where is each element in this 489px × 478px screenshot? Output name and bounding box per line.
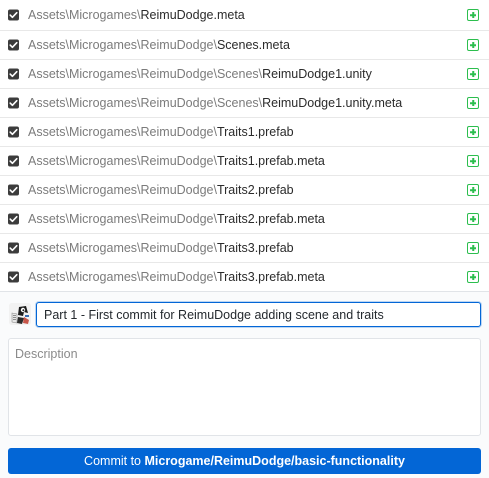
commit-button-prefix: Commit to xyxy=(84,454,145,468)
avatar-image xyxy=(9,303,31,325)
file-added-icon xyxy=(467,39,479,51)
file-directory: Assets\Microgames\ReimuDodge\ xyxy=(28,212,217,226)
file-name: Scenes.meta xyxy=(216,38,290,52)
checkbox-checked-icon[interactable] xyxy=(8,271,19,283)
file-path: Assets\Microgames\ReimuDodge\Traits3.pre… xyxy=(28,270,325,284)
file-row[interactable]: Assets\Microgames\ReimuDodge\Scenes.meta xyxy=(0,31,489,60)
checkbox-checked-icon[interactable] xyxy=(8,126,19,138)
file-directory: Assets\Microgames\ReimuDodge\Scenes\ xyxy=(28,67,263,81)
checkbox-checked-icon[interactable] xyxy=(8,39,19,51)
file-added-icon xyxy=(467,213,479,225)
file-path: Assets\Microgames\ReimuDodge\Traits1.pre… xyxy=(28,154,325,168)
file-directory: Assets\Microgames\ReimuDodge\ xyxy=(28,241,217,255)
file-row[interactable]: Assets\Microgames\ReimuDodge\Scenes\Reim… xyxy=(0,60,489,89)
file-row[interactable]: Assets\Microgames\ReimuDodge\Traits3.pre… xyxy=(0,234,489,263)
file-name: Traits2.prefab.meta xyxy=(216,212,325,226)
file-path: Assets\Microgames\ReimuDodge.meta xyxy=(28,8,245,22)
file-name: Traits1.prefab.meta xyxy=(216,154,325,168)
file-path: Assets\Microgames\ReimuDodge\Scenes\Reim… xyxy=(28,96,402,110)
file-name: Traits1.prefab xyxy=(216,125,294,139)
file-name: Traits3.prefab.meta xyxy=(216,270,325,284)
file-row[interactable]: Assets\Microgames\ReimuDodge\Traits2.pre… xyxy=(0,205,489,234)
user-avatar xyxy=(9,303,31,325)
file-path: Assets\Microgames\ReimuDodge\Traits2.pre… xyxy=(28,212,325,226)
file-name: Traits3.prefab xyxy=(216,241,294,255)
file-path: Assets\Microgames\ReimuDodge\Traits1.pre… xyxy=(28,125,294,139)
file-directory: Assets\Microgames\ReimuDodge\ xyxy=(28,154,217,168)
file-added-icon xyxy=(467,126,479,138)
file-added-icon xyxy=(467,155,479,167)
checkbox-checked-icon[interactable] xyxy=(8,97,19,109)
file-directory: Assets\Microgames\ReimuDodge\ xyxy=(28,183,217,197)
commit-button[interactable]: Commit to Microgame/ReimuDodge/basic-fun… xyxy=(8,448,481,474)
file-path: Assets\Microgames\ReimuDodge\Scenes.meta xyxy=(28,38,290,52)
file-directory: Assets\Microgames\ReimuDodge\ xyxy=(28,125,217,139)
file-name: ReimuDodge.meta xyxy=(140,8,245,22)
file-path: Assets\Microgames\ReimuDodge\Traits2.pre… xyxy=(28,183,294,197)
changes-panel: Assets\Microgames\ReimuDodge.meta Assets\… xyxy=(0,0,489,478)
file-row[interactable]: Assets\Microgames\ReimuDodge\Scenes\Reim… xyxy=(0,89,489,118)
file-row[interactable]: Assets\Microgames\ReimuDodge.meta xyxy=(0,0,489,31)
commit-form: Commit to Microgame/ReimuDodge/basic-fun… xyxy=(0,291,489,478)
file-added-icon xyxy=(467,68,479,80)
file-name: Traits2.prefab xyxy=(216,183,294,197)
file-added-icon xyxy=(467,242,479,254)
file-path: Assets\Microgames\ReimuDodge\Traits3.pre… xyxy=(28,241,294,255)
commit-branch-name: Microgame/ReimuDodge/basic-functionality xyxy=(144,454,405,468)
file-directory: Assets\Microgames\ReimuDodge\Scenes\ xyxy=(28,96,263,110)
commit-description-input[interactable] xyxy=(8,338,481,436)
file-path: Assets\Microgames\ReimuDodge\Scenes\Reim… xyxy=(28,67,372,81)
file-directory: Assets\Microgames\ReimuDodge\ xyxy=(28,270,217,284)
file-row[interactable]: Assets\Microgames\ReimuDodge\Traits1.pre… xyxy=(0,118,489,147)
checkbox-checked-icon[interactable] xyxy=(8,9,19,21)
file-added-icon xyxy=(467,271,479,283)
checkbox-checked-icon[interactable] xyxy=(8,68,19,80)
file-added-icon xyxy=(467,97,479,109)
checkbox-checked-icon[interactable] xyxy=(8,155,19,167)
file-added-icon xyxy=(467,9,479,21)
file-row[interactable]: Assets\Microgames\ReimuDodge\Traits1.pre… xyxy=(0,147,489,176)
changed-files-list: Assets\Microgames\ReimuDodge.meta Assets\… xyxy=(0,0,489,292)
file-row[interactable]: Assets\Microgames\ReimuDodge\Traits2.pre… xyxy=(0,176,489,205)
file-name: ReimuDodge1.unity.meta xyxy=(262,96,403,110)
checkbox-checked-icon[interactable] xyxy=(8,213,19,225)
file-directory: Assets\Microgames\ReimuDodge\ xyxy=(28,38,217,52)
commit-summary-input[interactable] xyxy=(36,302,481,327)
file-name: ReimuDodge1.unity xyxy=(262,67,372,81)
file-added-icon xyxy=(467,184,479,196)
checkbox-checked-icon[interactable] xyxy=(8,184,19,196)
file-directory: Assets\Microgames\ xyxy=(28,8,141,22)
checkbox-checked-icon[interactable] xyxy=(8,242,19,254)
file-row[interactable]: Assets\Microgames\ReimuDodge\Traits3.pre… xyxy=(0,263,489,292)
